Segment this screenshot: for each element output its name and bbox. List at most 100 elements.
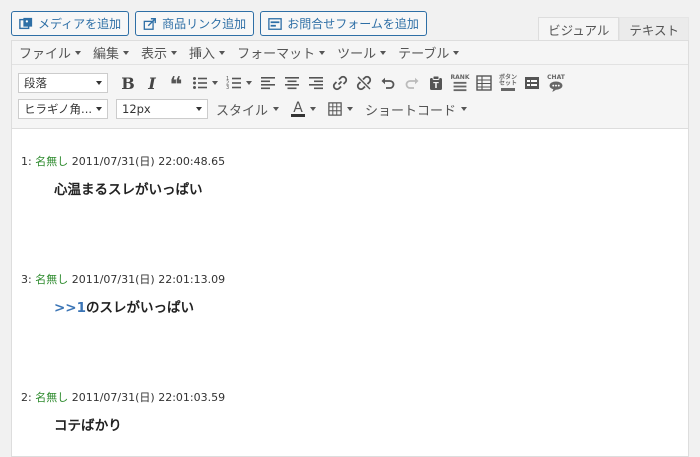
menu-format[interactable]: フォーマット [237, 43, 326, 62]
share-icon [143, 17, 157, 30]
align-center-button[interactable] [280, 71, 304, 95]
chevron-down-icon [246, 81, 252, 85]
post-body: コテばかり [54, 414, 679, 434]
post-header: 1: 名無し 2011/07/31(日) 22:00:48.65 [21, 153, 679, 169]
unlink-icon [356, 75, 372, 91]
menu-file[interactable]: ファイル [19, 43, 82, 62]
editor: ファイル 編集 表示 挿入 フォーマット ツール テーブル 段落 B I ❝ 1… [11, 40, 689, 457]
menu-format-label: フォーマット [237, 47, 316, 62]
add-product-link-label: 商品リンク追加 [162, 17, 247, 31]
form-icon [268, 17, 282, 30]
media-icon [19, 17, 33, 29]
button-set-button[interactable]: ボタン セット [496, 71, 520, 95]
chevron-down-icon [171, 50, 178, 55]
chat-button[interactable]: CHAT [544, 71, 568, 95]
button-set-icon [500, 87, 515, 91]
menu-insert[interactable]: 挿入 [189, 43, 226, 62]
post-3: 3: 名無し 2011/07/31(日) 22:01:13.09 >>1のスレが… [21, 271, 679, 316]
undo-icon [381, 77, 395, 89]
post-datetime: 2011/07/31(日) 22:00:48.65 [71, 155, 226, 168]
add-media-button[interactable]: メディアを追加 [11, 11, 130, 36]
svg-text:T: T [433, 81, 439, 90]
tab-text[interactable]: テキスト [619, 17, 689, 41]
font-family-select[interactable]: ヒラギノ角... [18, 99, 108, 119]
menu-edit-label: 編集 [93, 47, 120, 62]
paragraph-format-select[interactable]: 段落 [18, 73, 108, 93]
numbered-list-icon: 123 [226, 76, 241, 91]
undo-button[interactable] [376, 71, 400, 95]
paste-text-button[interactable]: T [424, 71, 448, 95]
clipboard-icon: T [430, 75, 442, 90]
menu-view[interactable]: 表示 [141, 43, 178, 62]
post-header: 3: 名無し 2011/07/31(日) 22:01:13.09 [21, 271, 679, 287]
chevron-down-icon [96, 107, 102, 111]
bold-button[interactable]: B [116, 71, 140, 95]
chevron-down-icon [196, 107, 202, 111]
ranking-button[interactable]: RANK [448, 71, 472, 95]
bullet-list-icon [193, 77, 207, 89]
bold-icon: B [121, 73, 135, 93]
paragraph-format-value: 段落 [24, 76, 47, 90]
svg-text:3: 3 [226, 85, 229, 91]
add-contact-form-label: お問合せフォームを追加 [287, 17, 419, 31]
add-contact-form-button[interactable]: お問合せフォームを追加 [260, 11, 427, 36]
post-header: 2: 名無し 2011/07/31(日) 22:01:03.59 [21, 389, 679, 405]
redo-button[interactable] [400, 71, 424, 95]
numbered-list-button[interactable]: 123 [222, 71, 256, 95]
table-insert-button[interactable] [472, 71, 496, 95]
poster-name: 名無し [35, 155, 69, 168]
bullet-list-button[interactable] [188, 71, 222, 95]
menu-table[interactable]: テーブル [398, 43, 460, 62]
post-body-text: のスレがいっぱい [86, 300, 195, 316]
poster-name: 名無し [35, 273, 69, 286]
ranking-icon [453, 81, 467, 91]
remove-link-button[interactable] [352, 71, 376, 95]
chevron-down-icon [96, 81, 102, 85]
font-family-value: ヒラギノ角... [24, 102, 93, 116]
shortcode-dropdown-label: ショートコード [365, 103, 457, 119]
post-number: 3: [21, 273, 32, 286]
italic-button[interactable]: I [140, 71, 164, 95]
button-set-label: ボタン セット [498, 73, 517, 87]
reply-anchor: >>1 [54, 300, 87, 316]
editor-content[interactable]: 1: 名無し 2011/07/31(日) 22:00:48.65 心温まるスレが… [12, 153, 688, 434]
chevron-down-icon [123, 50, 130, 55]
chevron-down-icon [347, 107, 354, 111]
post-datetime: 2011/07/31(日) 22:01:03.59 [71, 391, 226, 404]
poster-name: 名無し [35, 391, 69, 404]
post-number: 1: [21, 155, 32, 168]
text-color-icon: A [291, 101, 306, 117]
align-left-icon [261, 77, 275, 90]
post-body: 心温まるスレがいっぱい [54, 178, 679, 198]
chevron-down-icon [380, 50, 387, 55]
text-color-button[interactable]: A [291, 101, 317, 117]
table-grid-icon [476, 75, 492, 91]
add-product-link-button[interactable]: 商品リンク追加 [135, 11, 255, 36]
menu-tools[interactable]: ツール [337, 43, 387, 62]
redo-icon [405, 77, 419, 89]
post-body: >>1のスレがいっぱい [54, 296, 679, 316]
menu-tools-label: ツール [337, 47, 377, 62]
chevron-down-icon [310, 107, 317, 111]
align-right-button[interactable] [304, 71, 328, 95]
tab-visual[interactable]: ビジュアル [538, 17, 620, 41]
post-number: 2: [21, 391, 32, 404]
editor-toolbar: ファイル 編集 表示 挿入 フォーマット ツール テーブル 段落 B I ❝ 1… [12, 41, 688, 129]
blockquote-button[interactable]: ❝ [164, 71, 188, 97]
post-2: 2: 名無し 2011/07/31(日) 22:01:03.59 コテばかり [21, 389, 679, 434]
link-icon [332, 75, 348, 91]
table-menu-button[interactable] [328, 102, 354, 116]
menu-edit[interactable]: 編集 [93, 43, 130, 62]
box-icon [525, 77, 539, 89]
insert-link-button[interactable] [328, 71, 352, 95]
font-size-select[interactable]: 12px [116, 99, 208, 119]
chevron-down-icon [273, 107, 280, 111]
post-1: 1: 名無し 2011/07/31(日) 22:00:48.65 心温まるスレが… [21, 153, 679, 198]
post-body-text: コテばかり [54, 418, 122, 434]
style-dropdown[interactable]: スタイル [216, 100, 280, 119]
shortcode-dropdown[interactable]: ショートコード [365, 100, 468, 119]
box-insert-button[interactable] [520, 71, 544, 95]
align-left-button[interactable] [256, 71, 280, 95]
chat-bubble-icon [549, 80, 563, 92]
menu-file-label: ファイル [19, 47, 72, 62]
